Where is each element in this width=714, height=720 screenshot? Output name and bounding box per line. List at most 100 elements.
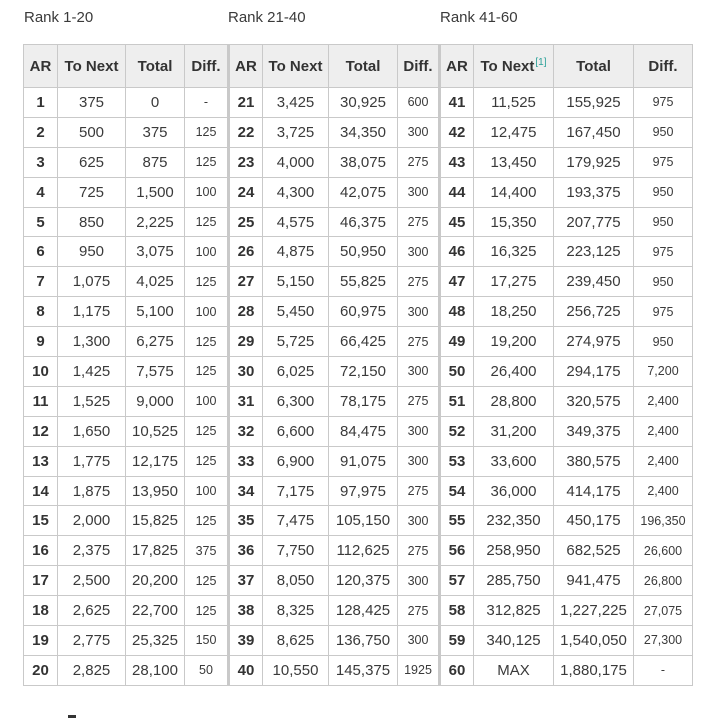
- cell-diff: 2,400: [633, 445, 693, 477]
- cell-to-next: 2,375: [57, 535, 126, 567]
- cell-ar: 52: [438, 415, 474, 447]
- table-row: 14 1,875 13,950 100 34 7,175 97,975 275 54 36,000…: [23, 475, 693, 507]
- cell-to-next: 10,550: [262, 654, 329, 686]
- cell-ar: 44: [438, 176, 474, 208]
- cell-to-next: 5,450: [262, 296, 329, 328]
- cell-to-next: 4,575: [262, 206, 329, 238]
- cell-to-next: 340,125: [473, 625, 554, 656]
- cell-total: 3,075: [125, 236, 185, 268]
- cell-to-next: 33,600: [473, 445, 554, 477]
- cell-to-next: 19,200: [473, 326, 554, 358]
- cell-diff: 125: [184, 266, 229, 298]
- cell-ar: 51: [438, 385, 474, 417]
- cell-ar: 16: [23, 535, 58, 567]
- cell-total: 0: [125, 87, 185, 118]
- cell-to-next: 16,325: [473, 236, 554, 268]
- cell-to-next: 4,000: [262, 146, 329, 178]
- header-total: Total: [553, 44, 634, 88]
- cell-diff: 300: [397, 445, 440, 477]
- cell-diff: 1925: [397, 654, 440, 686]
- caption-rank-41-60: Rank 41-60: [440, 9, 518, 26]
- cell-diff: 950: [633, 176, 693, 208]
- cell-total: 28,100: [125, 654, 185, 686]
- cell-to-next: 6,900: [262, 445, 329, 477]
- header-diff: Diff.: [184, 44, 229, 88]
- cell-total: 72,150: [328, 356, 398, 387]
- cell-total: 193,375: [553, 176, 634, 208]
- cell-to-next: 5,725: [262, 326, 329, 358]
- cell-ar: 57: [438, 565, 474, 597]
- cell-ar: 12: [23, 415, 58, 447]
- cell-total: 349,375: [553, 415, 634, 447]
- table-row: 13 1,775 12,175 125 33 6,900 91,075 300 53 33,600…: [23, 445, 693, 477]
- cell-to-next: 285,750: [473, 565, 554, 597]
- cell-total: 682,525: [553, 535, 634, 567]
- cell-diff: 950: [633, 266, 693, 298]
- cell-diff: 7,200: [633, 356, 693, 387]
- cell-diff: 100: [184, 176, 229, 208]
- cell-diff: 125: [184, 415, 229, 447]
- cell-total: 1,880,175: [553, 654, 634, 686]
- cell-total: 66,425: [328, 326, 398, 358]
- cell-ar: 9: [23, 326, 58, 358]
- cell-ar: 58: [438, 595, 474, 627]
- cell-to-next: 1,175: [57, 296, 126, 328]
- footnote-ref-link[interactable]: [1]: [535, 57, 546, 68]
- header-to-next-with-ref: To Next[1]: [473, 44, 554, 88]
- table-row: 1 375 0-21 3,425 30,925 600 41 11,525 155,925 975: [23, 87, 693, 118]
- cell-to-next: 8,050: [262, 565, 329, 597]
- cell-total: 274,975: [553, 326, 634, 358]
- cell-ar: 10: [23, 356, 58, 387]
- cell-to-next: 2,500: [57, 565, 126, 597]
- cell-ar: 8: [23, 296, 58, 328]
- cell-ar: 17: [23, 565, 58, 597]
- cell-diff: 975: [633, 236, 693, 268]
- cell-total: 10,525: [125, 415, 185, 447]
- cell-to-next: 950: [57, 236, 126, 268]
- cell-diff: 196,350: [633, 505, 693, 537]
- cell-diff: 27,075: [633, 595, 693, 627]
- cell-diff: 975: [633, 146, 693, 178]
- cell-diff: 26,600: [633, 535, 693, 567]
- cell-ar: 21: [227, 87, 263, 118]
- cell-total: 9,000: [125, 385, 185, 417]
- cell-ar: 54: [438, 475, 474, 507]
- cell-total: 145,375: [328, 654, 398, 686]
- cell-to-next: 7,475: [262, 505, 329, 537]
- cell-total: 12,175: [125, 445, 185, 477]
- cell-to-next: 2,775: [57, 625, 126, 656]
- cell-ar: 22: [227, 116, 263, 148]
- cell-ar: 33: [227, 445, 263, 477]
- cell-diff: 100: [184, 385, 229, 417]
- cell-total: 5,100: [125, 296, 185, 328]
- table-row: 16 2,375 17,825 375 36 7,750 112,625 275 56 258,9…: [23, 535, 693, 567]
- table-row: 17 2,500 20,200 125 37 8,050 120,375 300 57 285,7…: [23, 565, 693, 597]
- table-row: 10 1,425 7,575 125 30 6,025 72,150 300 50 26,400 2…: [23, 356, 693, 387]
- header-to-next-label: To Next: [480, 58, 535, 75]
- cell-diff: 600: [397, 87, 440, 118]
- cell-total: 17,825: [125, 535, 185, 567]
- cell-to-next: 26,400: [473, 356, 554, 387]
- cell-ar: 56: [438, 535, 474, 567]
- cell-to-next: 31,200: [473, 415, 554, 447]
- cell-ar: 3: [23, 146, 58, 178]
- cell-total: 91,075: [328, 445, 398, 477]
- cell-diff: 50: [184, 654, 229, 686]
- cell-total: 7,575: [125, 356, 185, 387]
- cell-ar: 4: [23, 176, 58, 208]
- cell-diff: 26,800: [633, 565, 693, 597]
- cell-to-next: 1,525: [57, 385, 126, 417]
- cell-total: 256,725: [553, 296, 634, 328]
- table-row: 19 2,775 25,325 150 39 8,625 136,750 300 59 340,1…: [23, 625, 693, 656]
- table-row: 18 2,625 22,700 125 38 8,325 128,425 275 58 312,8…: [23, 595, 693, 627]
- cell-total: 50,950: [328, 236, 398, 268]
- cell-to-next: 36,000: [473, 475, 554, 507]
- cell-diff: 275: [397, 385, 440, 417]
- footer-glyph-fragment: [68, 715, 76, 718]
- caption-rank-1-20: Rank 1-20: [24, 9, 94, 26]
- cell-diff: 950: [633, 116, 693, 148]
- cell-to-next: 3,725: [262, 116, 329, 148]
- cell-diff: 975: [633, 296, 693, 328]
- cell-diff: 125: [184, 326, 229, 358]
- cell-ar: 20: [23, 654, 58, 686]
